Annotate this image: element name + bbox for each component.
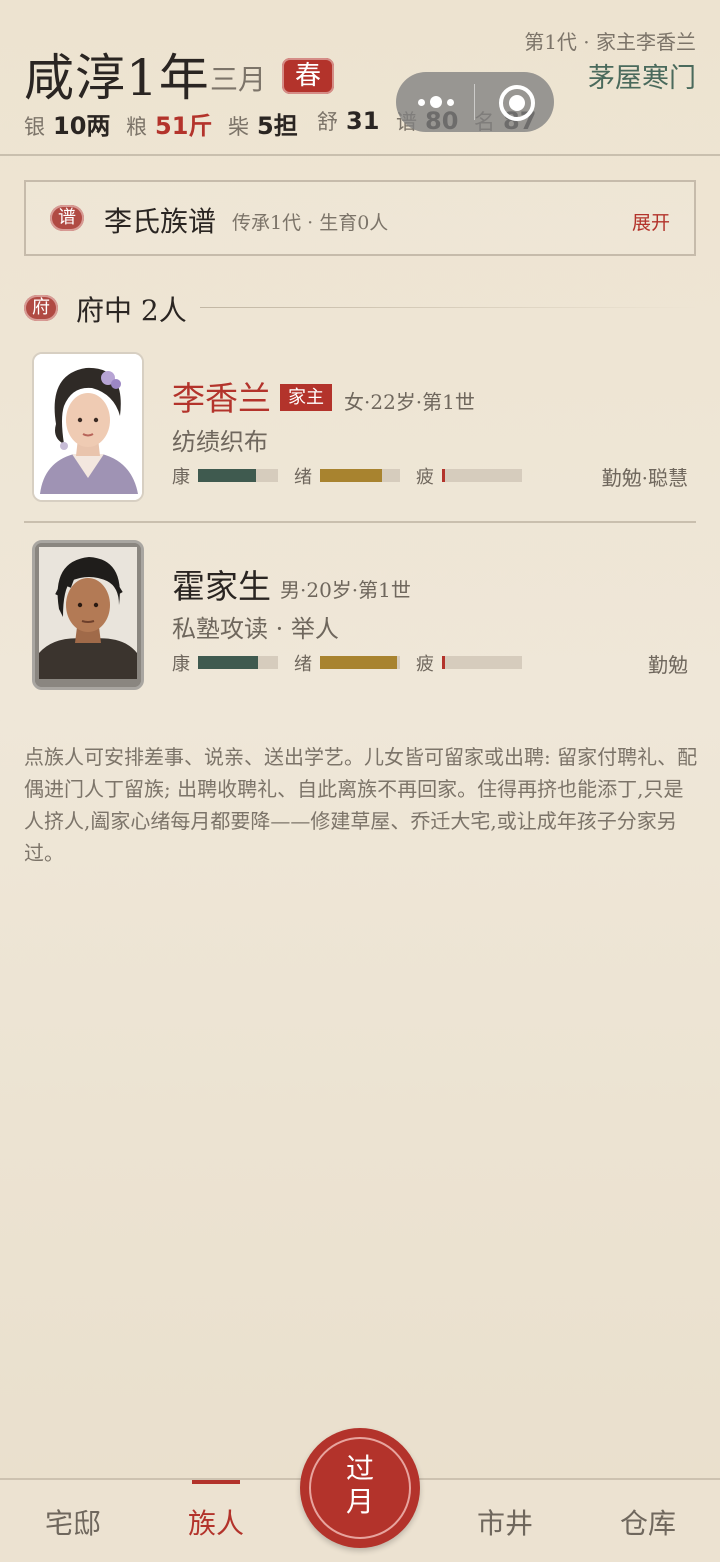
stat-mood-bar [320, 656, 400, 669]
household-title: 府中 2人 [76, 294, 187, 327]
miniprogram-capsule [396, 72, 554, 132]
member-job: 纺绩织布 [172, 428, 268, 456]
resource-comfort: 舒 31 [317, 106, 379, 136]
tab-warehouse[interactable]: 仓库 [593, 1502, 703, 1542]
stat-fill [442, 656, 446, 669]
genealogy-badge: 谱 [50, 205, 84, 231]
help-description: 点族人可安排差事、说亲、送出学艺。儿女皆可留家或出聘: 留家付聘礼、配偶进门人丁… [24, 745, 698, 865]
genealogy-title: 李氏族谱 [104, 205, 217, 238]
resource-label: 粮 [126, 115, 147, 139]
member-avatar[interactable] [32, 540, 144, 690]
stat-fatigue-bar [442, 469, 522, 482]
head-of-family-badge: 家主 [280, 384, 332, 411]
resource-label: 银 [24, 115, 45, 139]
resource-value: 31 [346, 107, 380, 135]
member-name[interactable]: 李香兰 [172, 372, 271, 420]
member-divider [24, 521, 696, 523]
generation-info: 第1代 · 家主李香兰 [524, 30, 696, 54]
avatar-woman-icon [34, 354, 142, 500]
resource-grain: 粮 51斤 [126, 106, 212, 141]
stat-fill [198, 656, 258, 669]
house-type: 茅屋寒门 [588, 63, 696, 94]
member-job: 私塾攻读 · 举人 [172, 615, 339, 643]
tab-residence[interactable]: 宅邸 [18, 1502, 128, 1542]
month-label: 三月 [210, 63, 267, 96]
tab-clan[interactable]: 族人 [161, 1502, 271, 1542]
stat-health-label: 康 [172, 654, 190, 675]
active-tab-indicator [192, 1480, 240, 1484]
stat-fatigue-label: 疲 [416, 654, 434, 675]
avatar-man-icon [35, 543, 141, 687]
resource-label: 舒 [317, 110, 338, 134]
member-avatar[interactable] [32, 352, 144, 502]
header-divider [0, 154, 720, 156]
tab-market[interactable]: 市井 [450, 1502, 560, 1542]
section-divider [200, 307, 696, 308]
season-badge: 春 [282, 58, 334, 94]
stat-mood-label: 绪 [294, 654, 312, 675]
stat-fill [320, 469, 382, 482]
household-badge: 府 [24, 295, 58, 321]
resource-silver: 银 10两 [24, 106, 110, 141]
stat-fill [320, 656, 397, 669]
target-close-icon[interactable] [499, 85, 535, 121]
next-month-label: 过 月 [300, 1452, 420, 1518]
stat-mood-label: 绪 [294, 467, 312, 488]
stat-fill [198, 469, 257, 482]
genealogy-card[interactable]: 谱 李氏族谱 传承1代 · 生育0人 展开 [24, 180, 696, 256]
resource-value: 51斤 [155, 112, 213, 140]
member-traits: 勤勉·聪慧 [601, 466, 688, 490]
stat-fatigue-label: 疲 [416, 467, 434, 488]
expand-button[interactable]: 展开 [632, 208, 670, 235]
next-month-button[interactable]: 过 月 [300, 1428, 420, 1548]
genealogy-subtitle: 传承1代 · 生育0人 [232, 212, 389, 234]
next-month-char-1: 过 [345, 1452, 374, 1485]
resource-label: 柴 [228, 115, 249, 139]
next-month-char-2: 月 [345, 1485, 374, 1518]
stat-mood-bar [320, 469, 400, 482]
resource-value: 5担 [257, 112, 298, 140]
stat-fill [442, 469, 446, 482]
stat-fatigue-bar [442, 656, 522, 669]
resource-firewood: 柴 5担 [228, 106, 298, 141]
era-year: 咸淳1年 [24, 49, 210, 107]
member-traits: 勤勉 [648, 653, 688, 677]
member-meta: 女·22岁·第1世 [344, 390, 475, 414]
more-dots-icon[interactable] [418, 96, 454, 108]
member-meta: 男·20岁·第1世 [280, 578, 411, 602]
resource-value: 10两 [53, 112, 111, 140]
member-name[interactable]: 霍家生 [172, 560, 271, 608]
stat-health-bar [198, 656, 278, 669]
stat-health-label: 康 [172, 467, 190, 488]
stat-health-bar [198, 469, 278, 482]
